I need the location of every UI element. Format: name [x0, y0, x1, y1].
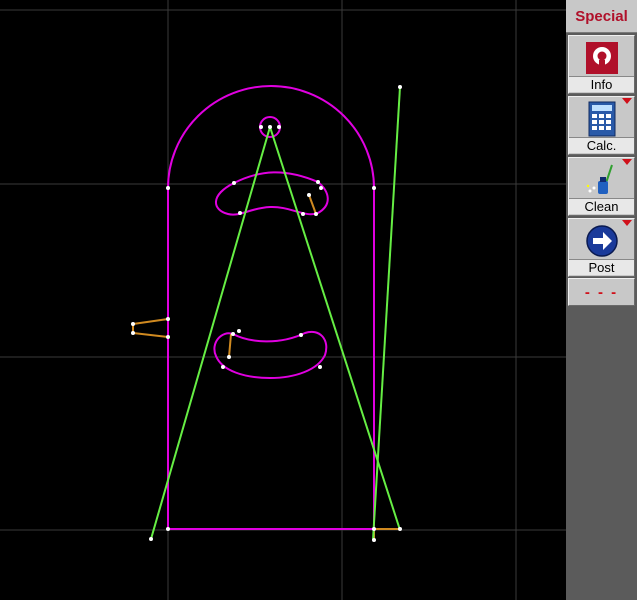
- lead-in-left[interactable]: [132, 318, 169, 338]
- construction-line-right[interactable]: [269, 126, 401, 531]
- info-icon: [569, 38, 634, 78]
- grid: [0, 0, 566, 600]
- post-button[interactable]: Post: [568, 218, 635, 277]
- lead-upper-slot[interactable]: [308, 194, 317, 215]
- upper-slot[interactable]: [215, 171, 329, 216]
- info-label: Info: [569, 76, 634, 92]
- construction-line-vertical[interactable]: [372, 86, 401, 541]
- lead-lower-slot[interactable]: [228, 333, 232, 358]
- info-button[interactable]: Info: [568, 35, 635, 94]
- clean-icon: [569, 160, 634, 200]
- post-label: Post: [569, 259, 634, 275]
- part-outline[interactable]: [167, 85, 375, 530]
- calculator-icon: [569, 99, 634, 139]
- clean-button[interactable]: Clean: [568, 157, 635, 216]
- calc-label: Calc.: [569, 137, 634, 153]
- toolbar-title: Special: [566, 0, 637, 33]
- special-toolbar: Special Info Calc. Clean Post - - -: [566, 0, 637, 600]
- calc-button[interactable]: Calc.: [568, 96, 635, 155]
- drawing-canvas[interactable]: [0, 0, 566, 600]
- vertex-markers[interactable]: [131, 85, 402, 542]
- more-tools-button[interactable]: - - -: [568, 278, 635, 306]
- clean-label: Clean: [569, 198, 634, 214]
- arrow-right-icon: [569, 221, 634, 261]
